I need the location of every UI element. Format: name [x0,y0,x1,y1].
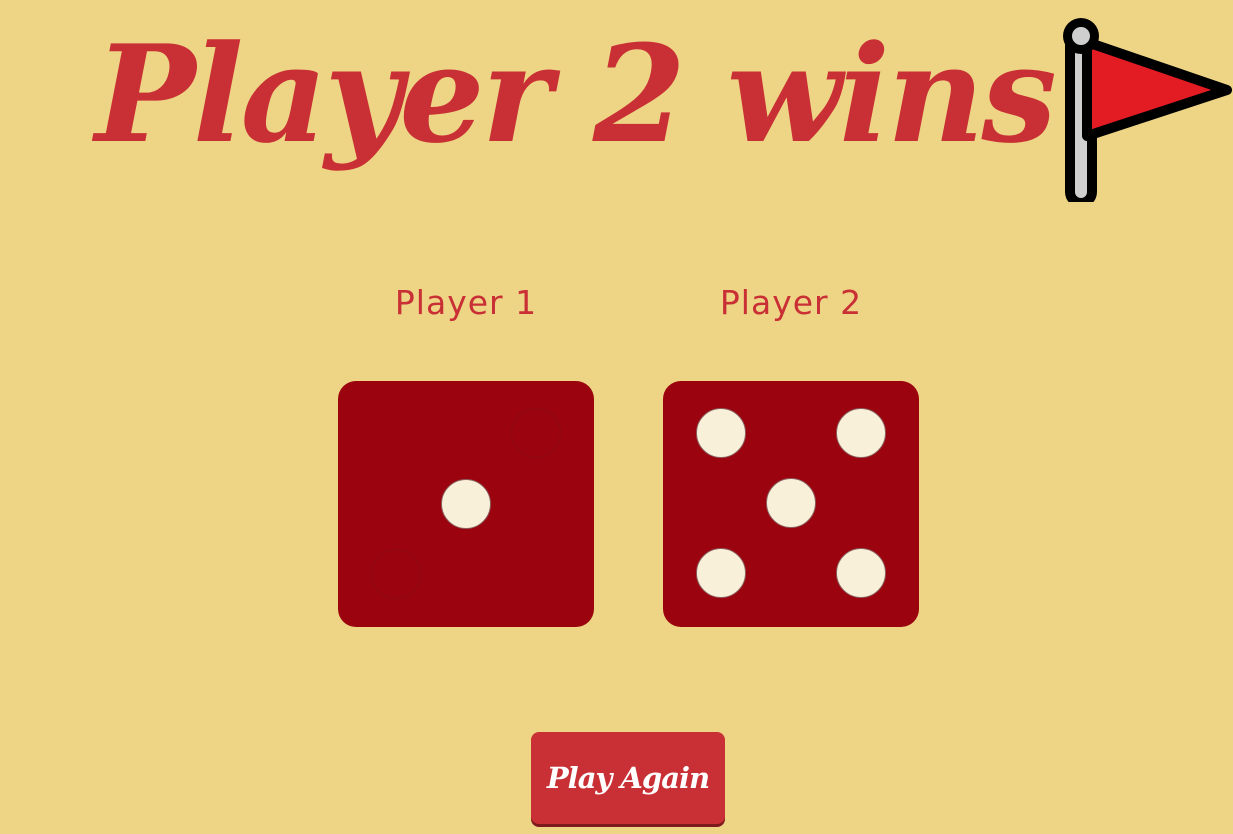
die-pip [836,548,886,598]
player-2-label: Player 2 [719,283,863,322]
die-pip [766,478,816,528]
title-row: Player 2 wins [95,8,1232,208]
ghost-pip [371,549,421,599]
player-2-die [663,381,919,627]
red-flag-icon [1063,18,1232,202]
die-pip [441,479,491,529]
die-pip [696,408,746,458]
player-1-label: Player 1 [394,283,538,322]
die-pip [696,548,746,598]
page-title: Player 2 wins [95,15,1057,173]
play-again-button[interactable]: Play Again [531,732,725,824]
player-1-die [338,381,594,627]
ghost-pip [511,408,561,458]
die-pip [836,408,886,458]
